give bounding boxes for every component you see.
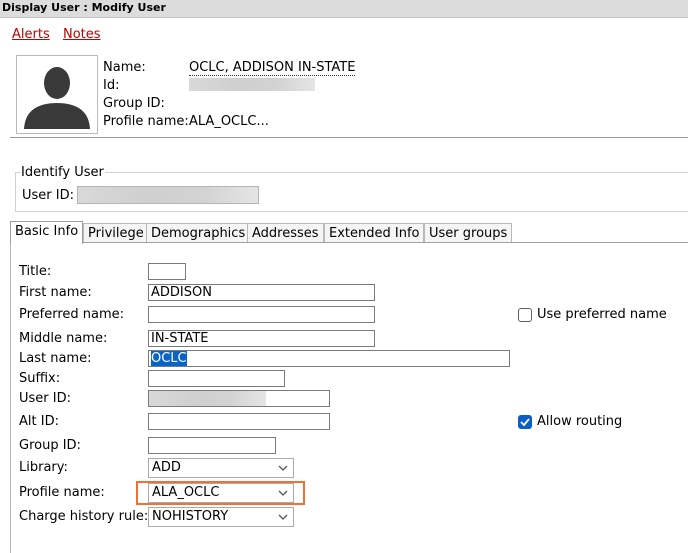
allow-routing-label: Allow routing xyxy=(537,414,623,429)
identify-user-legend: Identify User xyxy=(20,165,105,180)
user-id-label: User ID: xyxy=(19,391,71,406)
middle-name-input[interactable]: IN-STATE xyxy=(148,330,375,347)
tab-user-groups[interactable]: User groups xyxy=(424,223,513,243)
preferred-name-input[interactable] xyxy=(148,306,375,323)
profile-name-highlight-box xyxy=(136,481,305,505)
use-preferred-name-checkbox[interactable] xyxy=(518,308,532,322)
group-id-field-label: Group ID: xyxy=(19,438,81,453)
first-name-label: First name: xyxy=(19,285,92,300)
checkmark-icon xyxy=(520,418,530,427)
library-select-value: ADD xyxy=(152,460,181,475)
tab-extended-info[interactable]: Extended Info xyxy=(324,223,425,243)
user-silhouette-icon xyxy=(24,67,90,129)
name-value: OCLC, ADDISON IN-STATE xyxy=(189,60,356,76)
profile-name-label: Profile name: xyxy=(103,114,189,129)
name-label: Name: xyxy=(103,60,146,75)
user-id-input[interactable] xyxy=(148,390,330,407)
identify-user-id-input[interactable] xyxy=(77,186,259,204)
group-id-input[interactable] xyxy=(148,437,276,454)
use-preferred-name-label: Use preferred name xyxy=(537,307,667,322)
tab-basic-info[interactable]: Basic Info xyxy=(10,221,84,244)
last-name-selected-text: OCLC xyxy=(151,351,187,366)
id-value-redacted xyxy=(189,78,315,91)
alerts-link[interactable]: Alerts xyxy=(12,27,50,42)
library-label: Library: xyxy=(19,460,68,475)
library-select[interactable]: ADD xyxy=(148,458,294,478)
suffix-input[interactable] xyxy=(148,370,285,387)
tab-addresses[interactable]: Addresses xyxy=(247,223,324,243)
title-input[interactable] xyxy=(148,263,186,280)
charge-history-rule-select[interactable]: NOHISTORY xyxy=(148,507,294,527)
allow-routing-checkbox[interactable] xyxy=(518,415,532,429)
tab-privilege[interactable]: Privilege xyxy=(83,223,149,243)
chevron-down-icon xyxy=(278,514,288,520)
first-name-input[interactable]: ADDISON xyxy=(148,284,375,301)
tab-demographics[interactable]: Demographics xyxy=(146,223,251,243)
window-title: Display User : Modify User xyxy=(2,1,166,14)
preferred-name-label: Preferred name: xyxy=(19,307,125,322)
user-photo xyxy=(16,55,98,134)
header-divider xyxy=(10,137,688,138)
profile-name-field-label: Profile name: xyxy=(19,485,105,500)
alt-id-input[interactable] xyxy=(148,413,330,430)
profile-name-value: ALA_OCLC... xyxy=(189,114,269,129)
middle-name-label: Middle name: xyxy=(19,331,108,346)
alt-id-label: Alt ID: xyxy=(19,414,59,429)
last-name-label: Last name: xyxy=(19,351,92,366)
last-name-input[interactable]: OCLC xyxy=(148,350,510,367)
charge-history-rule-label: Charge history rule: xyxy=(19,509,149,524)
chevron-down-icon xyxy=(278,465,288,471)
user-id-value-redacted xyxy=(149,391,266,406)
id-label: Id: xyxy=(103,78,120,93)
identify-user-id-label: User ID: xyxy=(22,188,74,203)
charge-history-rule-select-value: NOHISTORY xyxy=(152,509,229,524)
title-label: Title: xyxy=(19,264,52,279)
suffix-label: Suffix: xyxy=(19,371,61,386)
title-bar: Display User : Modify User xyxy=(0,0,688,18)
notes-link[interactable]: Notes xyxy=(63,27,101,42)
group-id-label: Group ID: xyxy=(103,96,165,111)
